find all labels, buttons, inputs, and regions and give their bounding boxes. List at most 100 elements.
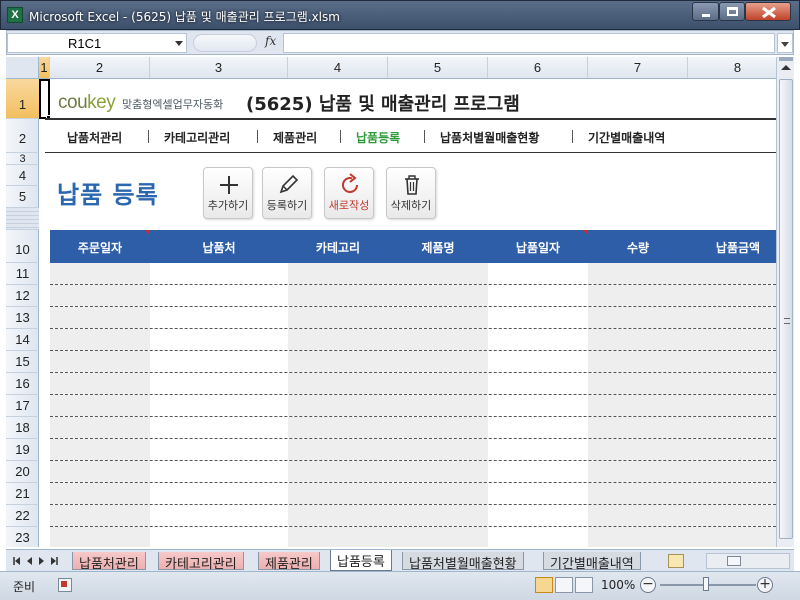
sheet-tab-monthly-sales[interactable]: 납품처별월매출현황	[402, 552, 524, 572]
active-cell[interactable]	[39, 79, 50, 119]
row-header[interactable]: 16	[6, 373, 39, 395]
table-row[interactable]	[50, 395, 776, 417]
register-button[interactable]: 등록하기	[262, 167, 312, 219]
table-cell[interactable]	[150, 329, 288, 350]
delete-button[interactable]: 삭제하기	[386, 167, 436, 219]
nav-item-monthly-sales[interactable]: 납품처별월매출현황	[440, 129, 539, 146]
table-cell[interactable]	[150, 439, 288, 460]
table-cell[interactable]	[688, 527, 776, 547]
table-row[interactable]	[50, 483, 776, 505]
zoom-slider-thumb[interactable]	[703, 577, 709, 591]
row-header[interactable]: 22	[6, 505, 39, 527]
sheet-tab-period-sales[interactable]: 기간별매출내역	[543, 552, 641, 572]
table-cell[interactable]	[588, 307, 688, 328]
table-cell[interactable]	[288, 483, 388, 504]
nav-item-period-sales[interactable]: 기간별매출내역	[588, 129, 665, 146]
table-cell[interactable]	[50, 351, 150, 372]
table-cell[interactable]	[688, 329, 776, 350]
nav-item-category[interactable]: 카테고리관리	[164, 129, 230, 146]
table-cell[interactable]	[50, 373, 150, 394]
table-row[interactable]	[50, 329, 776, 351]
nav-item-delivery-register[interactable]: 납품등록	[356, 129, 400, 146]
table-cell[interactable]	[150, 483, 288, 504]
table-cell[interactable]	[388, 527, 488, 547]
row-header[interactable]: 19	[6, 439, 39, 461]
table-cell[interactable]	[388, 351, 488, 372]
chevron-down-icon[interactable]	[175, 41, 183, 46]
column-header[interactable]: 8	[688, 57, 776, 78]
table-cell[interactable]	[50, 395, 150, 416]
tab-navigation-icon[interactable]	[8, 551, 72, 571]
table-cell[interactable]	[50, 307, 150, 328]
table-row[interactable]	[50, 505, 776, 527]
table-cell[interactable]	[488, 307, 588, 328]
table-cell[interactable]	[388, 263, 488, 284]
table-cell[interactable]	[150, 351, 288, 372]
page-layout-view-button[interactable]	[555, 577, 573, 593]
table-cell[interactable]	[488, 439, 588, 460]
horizontal-scrollbar[interactable]	[706, 553, 790, 569]
column-header[interactable]: 1	[39, 57, 50, 78]
table-cell[interactable]	[488, 527, 588, 547]
row-header[interactable]: 15	[6, 351, 39, 373]
table-cell[interactable]	[150, 461, 288, 482]
table-cell[interactable]	[488, 505, 588, 526]
zoom-level[interactable]: 100%	[601, 578, 635, 592]
zoom-out-button[interactable]: −	[640, 577, 656, 593]
table-cell[interactable]	[388, 329, 488, 350]
table-cell[interactable]	[588, 329, 688, 350]
table-row[interactable]	[50, 527, 776, 547]
table-cell[interactable]	[488, 373, 588, 394]
table-cell[interactable]	[50, 461, 150, 482]
table-cell[interactable]	[388, 373, 488, 394]
table-cell[interactable]	[488, 483, 588, 504]
table-cell[interactable]	[288, 285, 388, 306]
table-cell[interactable]	[150, 395, 288, 416]
table-cell[interactable]	[50, 439, 150, 460]
column-header[interactable]: 4	[288, 57, 388, 78]
row-header[interactable]: 13	[6, 307, 39, 329]
table-row[interactable]	[50, 307, 776, 329]
sheet-tab-supplier[interactable]: 납품처관리	[72, 552, 146, 572]
table-cell[interactable]	[688, 285, 776, 306]
table-row[interactable]	[50, 351, 776, 373]
table-cell[interactable]	[150, 263, 288, 284]
scroll-thumb[interactable]	[779, 79, 793, 539]
table-cell[interactable]	[50, 505, 150, 526]
table-cell[interactable]	[688, 439, 776, 460]
table-cell[interactable]	[488, 461, 588, 482]
scroll-thumb[interactable]	[727, 556, 741, 566]
table-cell[interactable]	[288, 373, 388, 394]
row-header[interactable]: 21	[6, 483, 39, 505]
table-row[interactable]	[50, 285, 776, 307]
table-cell[interactable]	[150, 527, 288, 547]
column-header[interactable]: 7	[588, 57, 688, 78]
table-cell[interactable]	[388, 505, 488, 526]
new-button[interactable]: 새로작성	[324, 167, 374, 219]
table-cell[interactable]	[288, 395, 388, 416]
close-button[interactable]	[745, 2, 791, 21]
row-header[interactable]: 14	[6, 329, 39, 351]
table-cell[interactable]	[688, 483, 776, 504]
row-header[interactable]: 2	[6, 119, 39, 153]
nav-item-product[interactable]: 제품관리	[273, 129, 317, 146]
table-cell[interactable]	[50, 483, 150, 504]
table-cell[interactable]	[688, 505, 776, 526]
table-cell[interactable]	[588, 461, 688, 482]
table-cell[interactable]	[288, 461, 388, 482]
formula-input[interactable]	[283, 33, 775, 53]
name-box[interactable]: R1C1	[7, 33, 187, 53]
sheet-tab-category[interactable]: 카테고리관리	[158, 552, 244, 572]
table-cell[interactable]	[288, 527, 388, 547]
table-cell[interactable]	[588, 263, 688, 284]
macro-record-icon[interactable]	[58, 578, 72, 592]
insert-function-button[interactable]: fx	[265, 34, 276, 48]
table-cell[interactable]	[50, 329, 150, 350]
column-header[interactable]: 3	[150, 57, 288, 78]
row-header[interactable]: 11	[6, 263, 39, 285]
table-cell[interactable]	[388, 439, 488, 460]
vertical-scrollbar[interactable]	[776, 57, 794, 547]
table-cell[interactable]	[588, 505, 688, 526]
table-cell[interactable]	[388, 395, 488, 416]
table-cell[interactable]	[288, 505, 388, 526]
